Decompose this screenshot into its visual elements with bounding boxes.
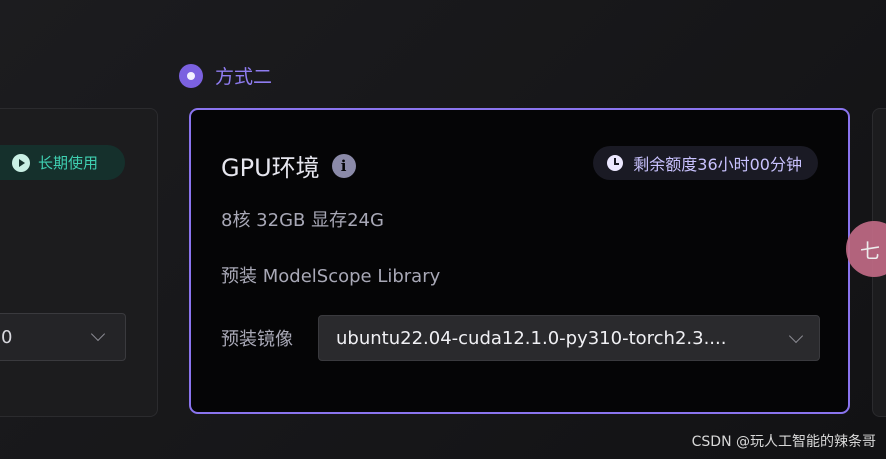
image-row: 预装镜像 ubuntu22.04-cuda12.1.0-py310-torch2… — [221, 315, 820, 361]
floating-button-text: 七 — [860, 238, 880, 263]
option-1-image-select[interactable]: 0 — [0, 313, 126, 361]
option-2-radio[interactable]: 方式二 — [179, 62, 272, 89]
gpu-card-title: GPU环境 — [221, 154, 320, 182]
chevron-down-icon — [90, 326, 106, 342]
image-label: 预装镜像 — [221, 329, 293, 350]
gpu-card-title-row: GPU环境 i — [221, 148, 356, 183]
quota-badge: 剩余额度36小时00分钟 — [593, 146, 818, 180]
radio-selected-icon[interactable] — [179, 63, 203, 88]
quota-text: 剩余额度36小时00分钟 — [633, 155, 802, 174]
gpu-env-card[interactable]: GPU环境 i 剩余额度36小时00分钟 8核 32GB 显存24G 预装 Mo… — [189, 108, 850, 414]
long-term-badge-label: 长期使用 — [38, 154, 99, 172]
info-icon[interactable]: i — [331, 153, 356, 178]
chevron-down-icon — [788, 328, 804, 344]
page: 长期使用 0 方式二 GPU环境 i 剩余额度36小时00分钟 8核 32GB … — [0, 0, 886, 459]
hardware-specs: 8核 32GB 显存24G — [221, 210, 384, 231]
option-2-label: 方式二 — [215, 66, 273, 88]
image-select[interactable]: ubuntu22.04-cuda12.1.0-py310-torch2.3...… — [318, 315, 820, 361]
watermark: CSDN @玩人工智能的辣条哥 — [691, 434, 876, 450]
preinstall-info: 预装 ModelScope Library — [221, 266, 441, 287]
play-icon — [12, 153, 30, 172]
option-1-image-value: 0 — [1, 327, 13, 348]
floating-action-button[interactable]: 七 — [846, 221, 886, 277]
image-select-value: ubuntu22.04-cuda12.1.0-py310-torch2.3...… — [336, 328, 727, 349]
long-term-badge: 长期使用 — [0, 145, 125, 180]
clock-icon — [607, 155, 624, 171]
